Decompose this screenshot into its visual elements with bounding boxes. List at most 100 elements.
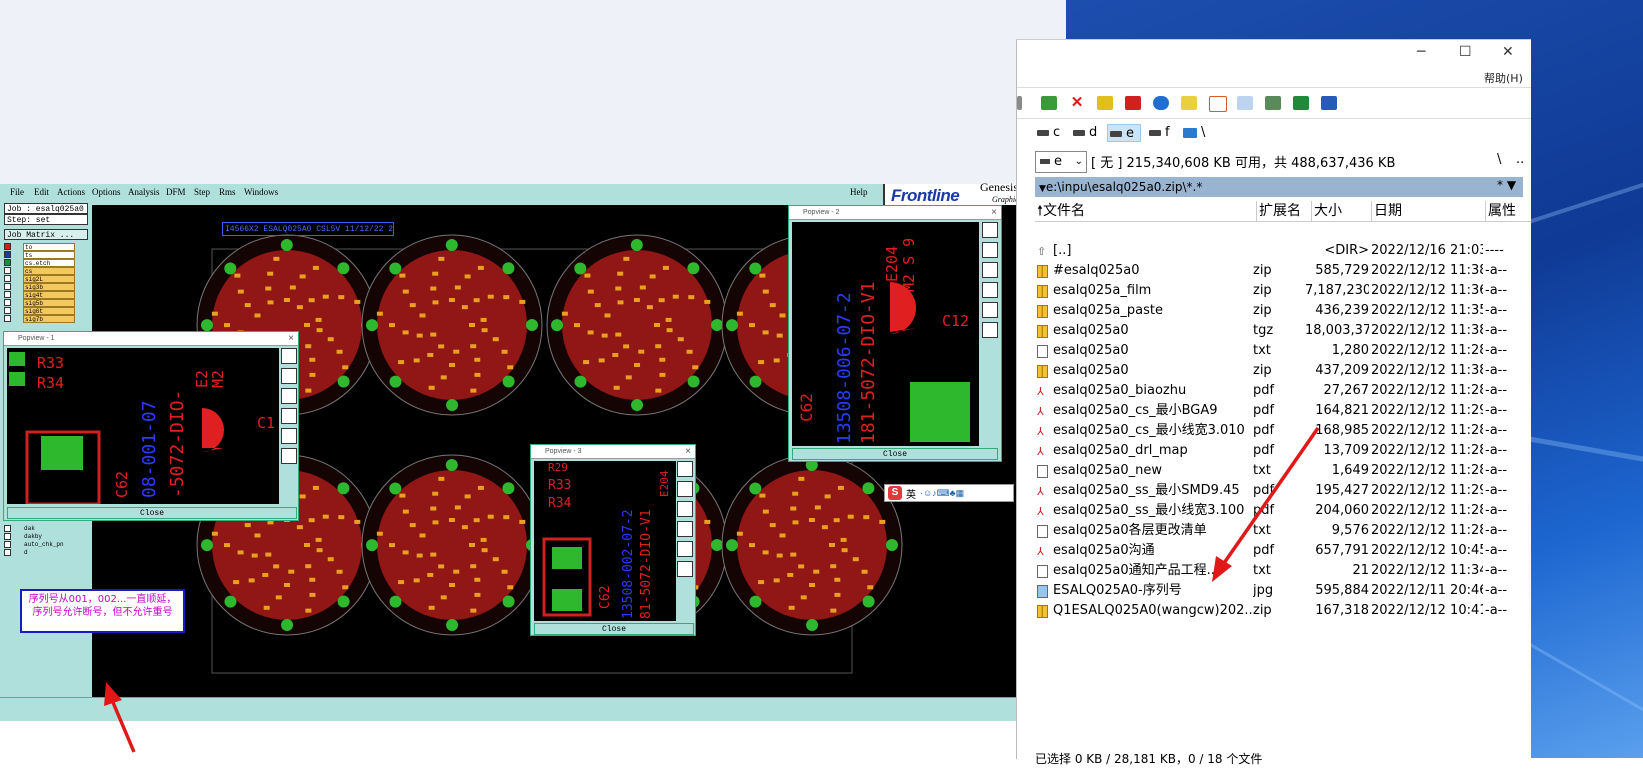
zoom-in-icon[interactable]: [677, 481, 693, 497]
layer-row[interactable]: d: [4, 549, 74, 557]
menu-rms[interactable]: Rms: [219, 187, 236, 197]
close-icon[interactable]: ×: [288, 332, 294, 346]
layer-row[interactable]: sig4t: [4, 291, 75, 299]
pdf-icon[interactable]: [1125, 96, 1141, 110]
layer-row[interactable]: cs: [4, 267, 75, 275]
menu-help[interactable]: Help: [850, 187, 868, 197]
file-row[interactable]: esalq025a0 txt 1,280 2022/12/12 11:28 -a--: [1035, 341, 1531, 361]
layer-checkbox[interactable]: [4, 307, 11, 314]
layer-row[interactable]: sig6t: [4, 307, 75, 315]
browser-icon[interactable]: [1153, 96, 1169, 110]
word-icon[interactable]: [1321, 96, 1337, 110]
path-filter[interactable]: * ▼: [1497, 178, 1516, 192]
zoom-fit-icon[interactable]: [982, 222, 998, 238]
menu-options[interactable]: Options: [92, 187, 121, 197]
layer-checkbox[interactable]: [4, 251, 11, 258]
popview-2-view[interactable]: 13508-006-07-2 181-5072-DIO-V1 E204 M2 S 9 C…: [792, 222, 979, 446]
file-row[interactable]: ⅄ esalq025a0_cs_最小BGA9 pdf 164,821 2022/12/1…: [1035, 401, 1531, 421]
network-icon[interactable]: [1041, 96, 1057, 110]
popview-2-close-button[interactable]: Close: [792, 448, 998, 460]
layer-checkbox[interactable]: [4, 533, 11, 540]
menu-edit[interactable]: Edit: [34, 187, 49, 197]
tree-icon[interactable]: [1265, 96, 1281, 110]
file-row[interactable]: ⅄ esalq025a0_cs_最小线宽3.010 pdf 168,985 2022/1…: [1035, 421, 1531, 441]
layer-checkbox[interactable]: [4, 243, 11, 250]
job-matrix-button[interactable]: Job Matrix ...: [4, 229, 88, 240]
file-row[interactable]: ⅄ esalq025a0_ss_最小SMD9.45 pdf 195,427 2022/1…: [1035, 481, 1531, 501]
popview-1-view[interactable]: R33 R34 08-001-07 -5072-DIO- E2 M2 C62 C1: [7, 348, 279, 504]
file-row[interactable]: esalq025a_film zip 7,187,230 2022/12/12 11:…: [1035, 281, 1531, 301]
layer-row[interactable]: sig7b: [4, 315, 75, 323]
pan-icon[interactable]: [982, 282, 998, 298]
layer-row[interactable]: sig3b: [4, 283, 75, 291]
zoom-fit-icon[interactable]: [677, 461, 693, 477]
menu-dfm[interactable]: DFM: [166, 187, 186, 197]
layer-checkbox[interactable]: [4, 259, 11, 266]
layer-row[interactable]: sig2L: [4, 275, 75, 283]
file-row[interactable]: esalq025a_paste zip 436,239 2022/12/12 11:3…: [1035, 301, 1531, 321]
layer-checkbox[interactable]: [4, 541, 11, 548]
menu-actions[interactable]: Actions: [57, 187, 85, 197]
popview-2-window[interactable]: Popview - 2 × 13508-006-07-2 181-5072-DIO-…: [788, 205, 1002, 462]
col-name[interactable]: 🠕 文件名: [1037, 201, 1252, 221]
layer-checkbox[interactable]: [4, 275, 11, 282]
file-row[interactable]: esalq025a0_new txt 1,649 2022/12/12 11:28 -a…: [1035, 461, 1531, 481]
layer-row[interactable]: dak: [4, 525, 74, 533]
layer-checkbox[interactable]: [4, 283, 11, 290]
file-row[interactable]: esalq025a0各层更改清单 txt 9,576 2022/12/12 11:28…: [1035, 521, 1531, 541]
file-row[interactable]: #esalq025a0 zip 585,729 2022/12/12 11:38 -a-…: [1035, 261, 1531, 281]
popview-3-view[interactable]: R29 R33 R34 13508-002-07-2 81-5072-DIO-V1 E20…: [534, 461, 676, 621]
close-icon[interactable]: ✕: [1502, 44, 1514, 60]
delete-icon[interactable]: ✕: [1069, 95, 1085, 110]
excel-icon[interactable]: [1293, 96, 1309, 110]
layer-row[interactable]: to: [4, 243, 75, 251]
col-attr[interactable]: 属性: [1485, 201, 1534, 221]
minimize-icon[interactable]: ─: [1417, 44, 1425, 60]
drive-select[interactable]: e ⌄: [1035, 151, 1087, 173]
file-row[interactable]: ⅄ esalq025a0_biaozhu pdf 27,267 2022/12/12 1…: [1035, 381, 1531, 401]
path-bar[interactable]: ▼e:\inpu\esalq025a0.zip\*.*: [1035, 177, 1523, 197]
zoom-out-icon[interactable]: [281, 388, 297, 404]
close-icon[interactable]: ×: [685, 445, 691, 459]
parent-button[interactable]: ..: [1516, 152, 1524, 167]
document-icon[interactable]: [1237, 96, 1253, 110]
file-row[interactable]: ⅄ esalq025a0_ss_最小线宽3.100 pdf 204,060 2022/1…: [1035, 501, 1531, 521]
zoom-in-icon[interactable]: [982, 242, 998, 258]
fit-icon[interactable]: [677, 561, 693, 577]
fit-icon[interactable]: [281, 448, 297, 464]
layer-checkbox[interactable]: [4, 315, 11, 322]
popview-3-close-button[interactable]: Close: [534, 623, 694, 635]
menu-windows[interactable]: Windows: [244, 187, 278, 197]
file-row[interactable]: Q1ESALQ025A0(wangcw)202... zip 167,318 2022…: [1035, 601, 1531, 621]
layer-checkbox[interactable]: [4, 299, 11, 306]
network-drive[interactable]: \: [1181, 124, 1215, 142]
file-row[interactable]: esalq025a0通知产品工程... txt 21 2022/12/12 11:34…: [1035, 561, 1531, 581]
toolbar-edge-icon[interactable]: [1017, 96, 1022, 110]
pan-icon[interactable]: [677, 521, 693, 537]
drive-e[interactable]: e: [1107, 124, 1141, 142]
menu-step[interactable]: Step: [194, 187, 210, 197]
zoom-out-icon[interactable]: [982, 262, 998, 278]
popview-1-window[interactable]: Popview - 1 × R33 R34 08-001-07 -5072-DIO- E2…: [3, 331, 299, 521]
layer-checkbox[interactable]: [4, 525, 11, 532]
layer-row[interactable]: ts: [4, 251, 75, 259]
drive-c[interactable]: c: [1035, 124, 1067, 142]
close-icon[interactable]: ×: [991, 206, 997, 220]
zoom-out-icon[interactable]: [677, 501, 693, 517]
popview-3-window[interactable]: Popview - 3 × R29 R33 R34 13508-002-07-2 81-5…: [530, 444, 696, 636]
layer-row[interactable]: auto_chk_pn: [4, 541, 74, 549]
center-icon[interactable]: [677, 541, 693, 557]
file-row[interactable]: esalq025a0 zip 437,209 2022/12/12 11:38 -a--: [1035, 361, 1531, 381]
ime-toolbar[interactable]: S 英 ·☺♪⌨♣▦: [884, 484, 1014, 502]
col-size[interactable]: 大小: [1311, 201, 1372, 221]
layer-checkbox[interactable]: [4, 291, 11, 298]
file-row[interactable]: ⇧ [..] <DIR> 2022/12/16 21:03 ----: [1035, 241, 1531, 261]
col-ext[interactable]: 扩展名: [1256, 201, 1311, 221]
file-row[interactable]: ESALQ025A0-序列号 jpg 595,884 2022/12/11 20:46…: [1035, 581, 1531, 601]
col-date[interactable]: 日期: [1371, 201, 1482, 221]
file-row[interactable]: ⅄ esalq025a0_drl_map pdf 13,709 2022/12/12 1…: [1035, 441, 1531, 461]
file-row[interactable]: ⅄ esalq025a0沟通 pdf 657,791 2022/12/12 10:45-…: [1035, 541, 1531, 561]
menu-file[interactable]: File: [10, 187, 24, 197]
fit-icon[interactable]: [982, 322, 998, 338]
layer-row[interactable]: dakby: [4, 533, 74, 541]
